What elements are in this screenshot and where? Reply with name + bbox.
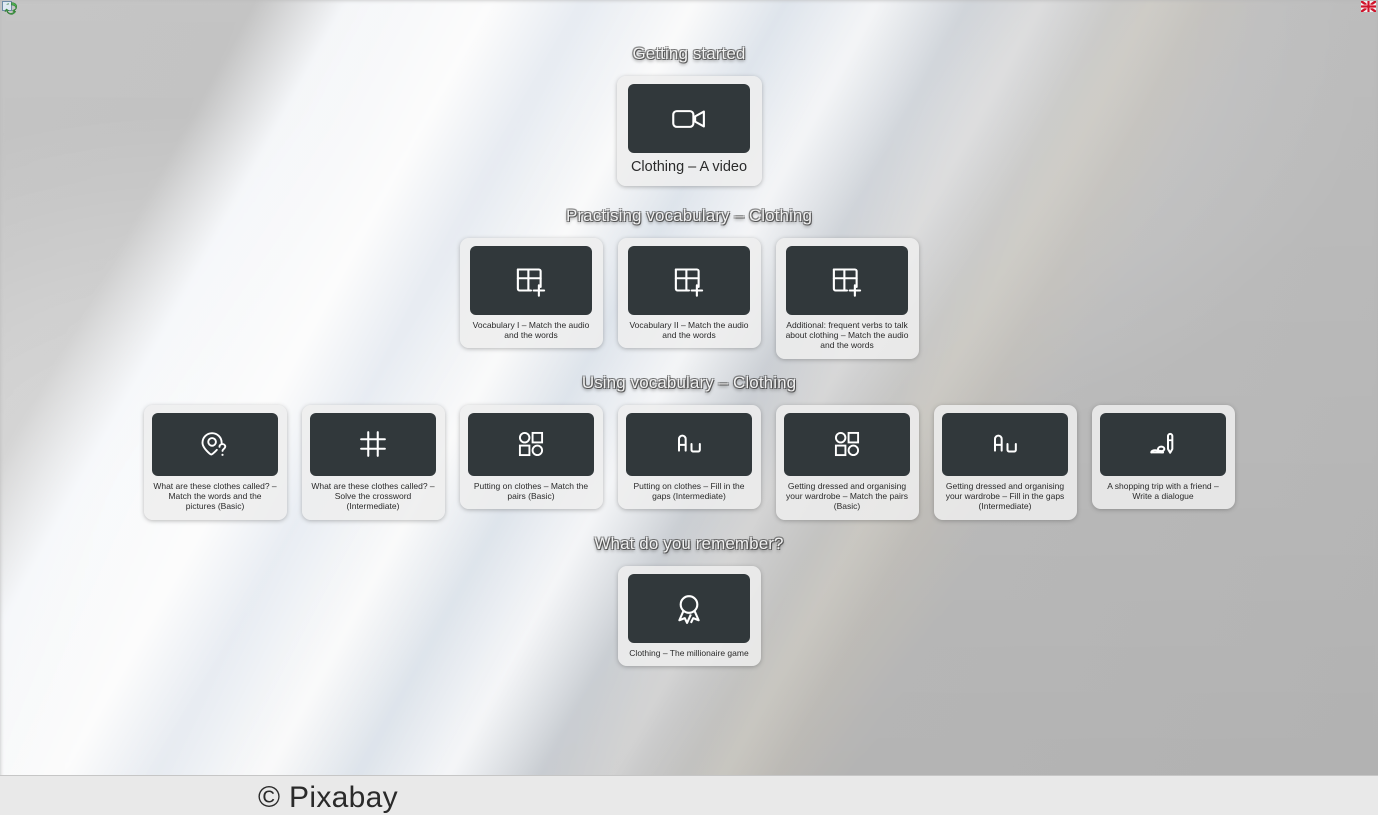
- section-title: Practising vocabulary – Clothing: [565, 205, 813, 225]
- activity-card-label: Clothing – A video: [630, 159, 748, 175]
- table-plus-icon: [470, 245, 592, 315]
- pin-question-icon: [152, 412, 278, 476]
- footer-bar: © Pixabay: [0, 775, 1378, 815]
- activity-card[interactable]: Vocabulary II – Match the audio and the …: [617, 237, 761, 349]
- pencil-write-icon: [1100, 412, 1226, 476]
- activity-card[interactable]: Putting on clothes – Fill in the gaps (I…: [617, 404, 761, 510]
- activity-card-label: Putting on clothes – Fill in the gaps (I…: [633, 480, 745, 502]
- activity-card-label: Getting dressed and organising your ward…: [786, 480, 908, 512]
- activity-card[interactable]: Additional: frequent verbs to talk about…: [775, 237, 919, 359]
- activity-card-label: Vocabulary II – Match the audio and the …: [629, 319, 749, 341]
- card-row: What are these clothes called? – Match t…: [0, 404, 1378, 520]
- fill-gaps-icon: [942, 412, 1068, 476]
- activity-card-label: Additional: frequent verbs to talk about…: [785, 319, 909, 351]
- section-title: What do you remember?: [594, 533, 784, 553]
- activity-card-label: Vocabulary I – Match the audio and the w…: [472, 319, 590, 341]
- card-row: Clothing – The millionaire game: [0, 565, 1378, 667]
- uk-flag-icon[interactable]: [1361, 1, 1376, 12]
- recycle-icon[interactable]: [2, 1, 20, 18]
- activity-card-label: Getting dressed and organising your ward…: [945, 480, 1065, 512]
- match-pairs-icon: [784, 412, 910, 476]
- section-title: Using vocabulary – Clothing: [581, 372, 797, 392]
- activity-card[interactable]: Putting on clothes – Match the pairs (Ba…: [459, 404, 603, 510]
- section-using-vocabulary: Using vocabulary – Clothing What are the…: [0, 373, 1378, 520]
- activity-card[interactable]: Clothing – A video: [616, 76, 762, 186]
- image-credit: © Pixabay: [258, 781, 398, 814]
- activity-card[interactable]: A shopping trip with a friend – Write a …: [1091, 404, 1235, 510]
- activity-card-label: A shopping trip with a friend – Write a …: [1107, 480, 1219, 502]
- award-rosette-icon: [628, 573, 750, 643]
- section-getting-started: Getting started Clothing – A video: [0, 44, 1378, 186]
- activity-card-label: Clothing – The millionaire game: [629, 647, 749, 658]
- section-what-do-you-remember: What do you remember? Clothing – The mil…: [0, 533, 1378, 667]
- section-title: Getting started: [632, 44, 746, 63]
- activity-card[interactable]: Getting dressed and organising your ward…: [933, 404, 1077, 520]
- crossword-icon: [310, 412, 436, 476]
- activity-board: Getting started Clothing – A video Pract…: [0, 0, 1378, 775]
- match-pairs-icon: [468, 412, 594, 476]
- activity-card[interactable]: What are these clothes called? – Solve t…: [301, 404, 445, 520]
- activity-card-label: Putting on clothes – Match the pairs (Ba…: [473, 480, 589, 502]
- fill-gaps-icon: [626, 412, 752, 476]
- activity-card[interactable]: Vocabulary I – Match the audio and the w…: [459, 237, 603, 349]
- activity-card[interactable]: Clothing – The millionaire game: [617, 565, 761, 667]
- card-row: Vocabulary I – Match the audio and the w…: [0, 237, 1378, 359]
- activity-card[interactable]: Getting dressed and organising your ward…: [775, 404, 919, 520]
- video-camera-icon: [628, 84, 750, 153]
- activity-card-label: What are these clothes called? – Solve t…: [311, 480, 435, 512]
- activity-card[interactable]: What are these clothes called? – Match t…: [143, 404, 287, 520]
- card-row: Clothing – A video: [0, 76, 1378, 186]
- activity-card-label: What are these clothes called? – Match t…: [153, 480, 277, 512]
- table-plus-icon: [628, 245, 750, 315]
- table-plus-icon: [786, 245, 908, 315]
- section-practising-vocabulary: Practising vocabulary – Clothing Vocabul…: [0, 206, 1378, 359]
